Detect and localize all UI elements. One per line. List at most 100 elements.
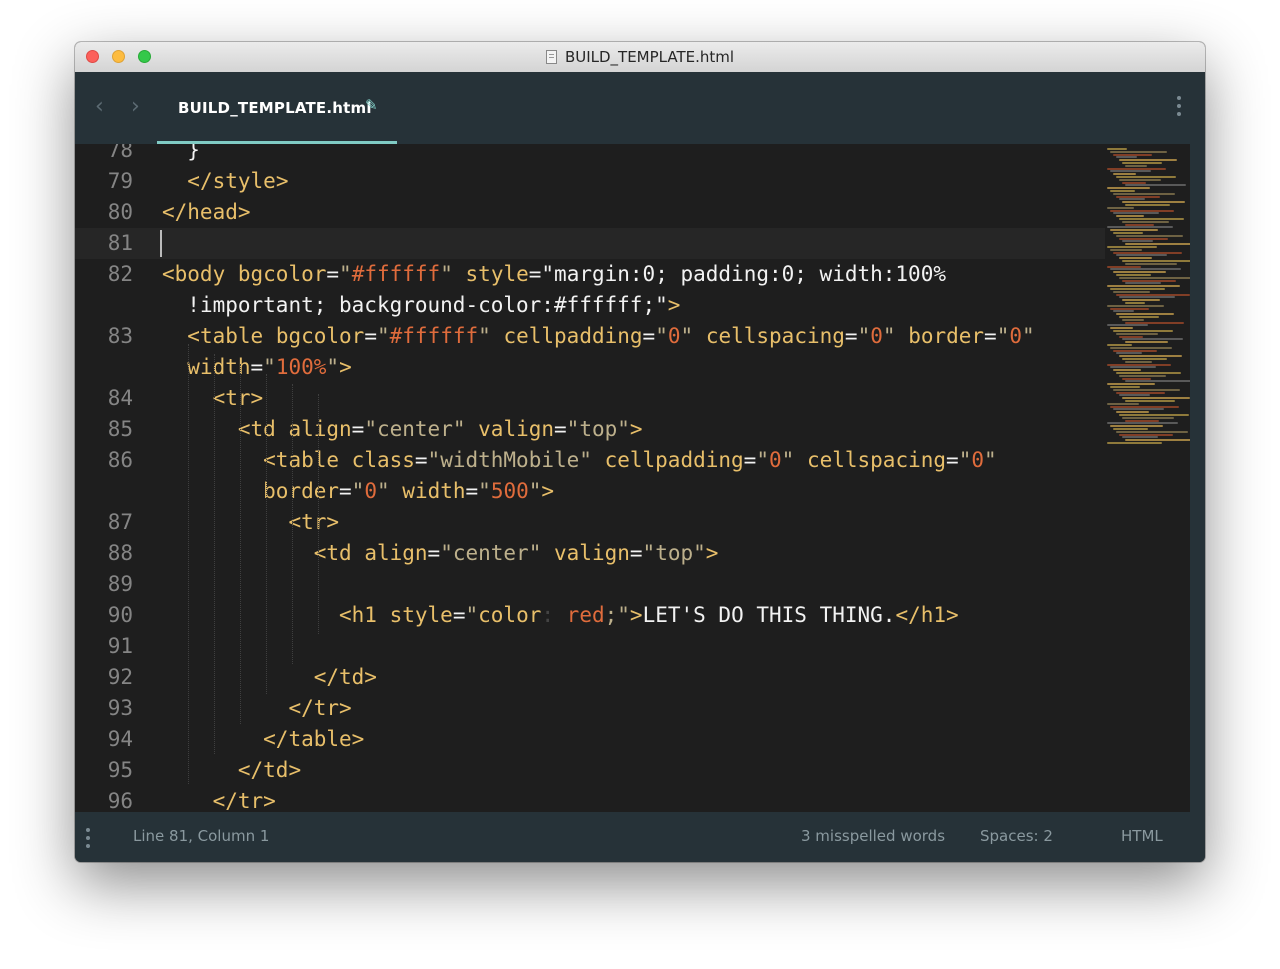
minimap-line: [1113, 212, 1159, 215]
line-number: 95: [107, 758, 133, 782]
minimap-line: [1113, 173, 1136, 176]
vertical-dots-icon[interactable]: [86, 828, 90, 852]
code-line[interactable]: border="0" width="500">: [75, 476, 1105, 507]
code-line[interactable]: !important; background-color:#ffffff;">: [75, 290, 1105, 321]
minimap-line: [1113, 251, 1182, 254]
minimap-line: [1119, 296, 1175, 299]
code-text: <body bgcolor="#ffffff" style="margin:0;…: [162, 262, 946, 286]
minimap-line: [1125, 204, 1170, 206]
code-line[interactable]: width="100%">: [75, 352, 1105, 383]
minimap-line: [1119, 433, 1173, 436]
minimap-line: [1122, 220, 1169, 223]
minimap-line: [1119, 218, 1184, 220]
indentation-setting[interactable]: Spaces: 2: [980, 827, 1053, 845]
code-text: <tr>: [212, 386, 264, 410]
minimap-line: [1110, 209, 1174, 212]
minimap-line: [1125, 321, 1184, 324]
minimap-line: [1116, 254, 1167, 257]
line-number: 86: [107, 448, 133, 472]
minimap-line: [1125, 380, 1191, 383]
code-line[interactable]: 84 <tr>: [75, 383, 1105, 414]
code-line[interactable]: 96 </tr>: [75, 786, 1105, 812]
line-number: 87: [107, 510, 133, 534]
code-line[interactable]: 79 </style>: [75, 166, 1105, 197]
chevron-right-icon[interactable]: ›: [131, 94, 140, 119]
code-line[interactable]: 87 <tr>: [75, 507, 1105, 538]
vertical-scrollbar[interactable]: [1190, 144, 1205, 812]
code-line[interactable]: 90 <h1 style="color: red;">LET'S DO THIS…: [75, 600, 1105, 631]
code-editor[interactable]: 78 } 79 </style> 80 </head> 81 82 <body bgcolo…: [75, 144, 1190, 812]
minimap-line: [1113, 153, 1152, 156]
cursor-position[interactable]: Line 81, Column 1: [133, 827, 269, 845]
minimap-line: [1113, 192, 1175, 195]
minimap-line: [1110, 248, 1142, 251]
minimap-line: [1116, 195, 1160, 198]
code-line[interactable]: 91: [75, 631, 1105, 662]
document-icon: [545, 50, 557, 64]
minimap-line: [1107, 442, 1162, 444]
code-line[interactable]: 85 <td align="center" valign="top">: [75, 414, 1105, 445]
minimap-line: [1119, 178, 1161, 181]
minimap-line: [1116, 411, 1149, 414]
minimap-line: [1113, 369, 1141, 372]
code-line[interactable]: 81: [75, 228, 1105, 259]
minimap-line: [1125, 439, 1198, 442]
tab-build-template[interactable]: BUILD_TEMPLATE.html ✎: [157, 72, 397, 144]
minimap-line: [1119, 355, 1182, 358]
line-number: 78: [107, 144, 133, 162]
code-text: <table bgcolor="#ffffff" cellpadding="0"…: [187, 324, 1035, 348]
minimap-line: [1107, 324, 1148, 327]
code-line[interactable]: 92 </td>: [75, 662, 1105, 693]
minimap-line: [1122, 358, 1167, 360]
chevron-left-icon[interactable]: ‹: [95, 94, 104, 119]
code-line[interactable]: 80 </head>: [75, 197, 1105, 228]
syntax-mode[interactable]: HTML: [1121, 827, 1163, 845]
code-text: !important; background-color:#ffffff;">: [187, 293, 681, 317]
code-text: <td align="center" valign="top">: [313, 541, 719, 565]
minimap-line: [1113, 290, 1150, 293]
code-text: </tr>: [288, 696, 352, 720]
tab-bar: ‹ › BUILD_TEMPLATE.html ✎: [75, 72, 1205, 144]
code-text: <td align="center" valign="top">: [237, 417, 643, 441]
code-line[interactable]: 86 <table class="widthMobile" cellpaddin…: [75, 445, 1105, 476]
minimap-line: [1107, 167, 1166, 170]
minimap-line: [1110, 425, 1163, 428]
minimap-line: [1113, 232, 1143, 234]
minimap-line: [1110, 150, 1167, 153]
code-text: </td>: [313, 665, 377, 689]
code-line[interactable]: 83 <table bgcolor="#ffffff" cellpadding=…: [75, 321, 1105, 352]
indent-guide: [214, 354, 215, 754]
line-number: 90: [107, 603, 133, 627]
line-number: 79: [107, 169, 133, 193]
minimap-line: [1110, 386, 1140, 388]
code-line[interactable]: 82 <body bgcolor="#ffffff" style="margin:…: [75, 259, 1105, 290]
code-line[interactable]: 94 </table>: [75, 724, 1105, 755]
code-line[interactable]: 89: [75, 569, 1105, 600]
minimap-line: [1119, 257, 1152, 260]
code-line[interactable]: 93 </tr>: [75, 693, 1105, 724]
minimap-line: [1107, 402, 1139, 405]
minimap-line: [1125, 184, 1186, 187]
indent-guide: [292, 384, 293, 664]
spellcheck-status[interactable]: 3 misspelled words: [801, 827, 945, 845]
code-line[interactable]: 78 }: [75, 144, 1105, 166]
minimap-line: [1113, 330, 1173, 332]
minimap-line: [1113, 388, 1180, 391]
minimap-line: [1125, 223, 1154, 226]
code-line[interactable]: 88 <td align="center" valign="top">: [75, 538, 1105, 569]
code-line[interactable]: 95 </td>: [75, 755, 1105, 786]
code-text: width="100%">: [187, 355, 352, 379]
line-number: 96: [107, 789, 133, 812]
vertical-dots-icon[interactable]: [1175, 96, 1183, 120]
indent-guide: [240, 364, 241, 724]
minimap-line: [1113, 310, 1134, 313]
minimap[interactable]: [1105, 144, 1198, 812]
minimap-line: [1110, 190, 1135, 192]
minimap-line: [1107, 187, 1150, 190]
minimap-line: [1107, 363, 1171, 366]
minimap-line: [1122, 338, 1183, 341]
minimap-line: [1107, 265, 1141, 268]
minimap-line: [1125, 262, 1177, 265]
minimap-line: [1116, 352, 1142, 355]
text-cursor: [160, 230, 162, 257]
